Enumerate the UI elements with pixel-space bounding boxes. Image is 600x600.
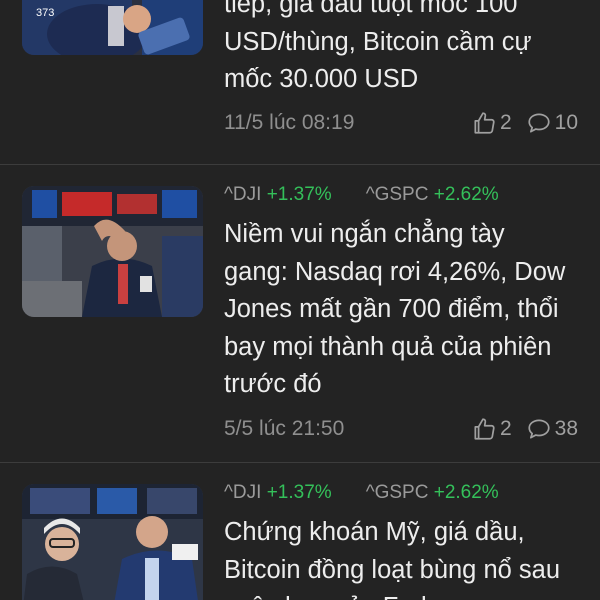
ticker-change: +1.37% [266, 184, 332, 205]
article-meta: 5/5 lúc 21:50 2 38 [224, 412, 594, 446]
headline-line: Chứng khoán Mỹ, giá dầu, [224, 518, 525, 546]
headline-line: Jones mất gần 700 điểm, thổi [224, 295, 559, 323]
ticker-gspc[interactable]: ^GSPC +2.62% [366, 184, 499, 205]
svg-text:373: 373 [36, 7, 54, 19]
comment-button[interactable]: 38 [526, 412, 578, 446]
article-headline[interactable]: tiếp, giá dầu tuột mốc 100 USD/thùng, Bi… [224, 0, 594, 99]
comment-bubble-icon [528, 112, 550, 133]
article-thumbnail[interactable] [22, 484, 203, 600]
ticker-change: +2.62% [433, 482, 499, 503]
thumbs-up-icon [474, 417, 495, 440]
ticker-row: ^DJI +1.37% ^GSPC +2.62% [224, 479, 594, 507]
ticker-dji[interactable]: ^DJI +1.37% [224, 482, 332, 503]
headline-line: tiếp, giá dầu tuột mốc 100 [224, 0, 518, 18]
headline-line: Niềm vui ngắn chẳng tày [224, 220, 505, 248]
article-card[interactable]: 373 tiếp, giá dầu tuột mốc 100 USD/thùng… [0, 0, 600, 164]
article-timestamp: 11/5 lúc 08:19 [224, 110, 355, 134]
like-button[interactable]: 2 [471, 412, 512, 446]
headline-line: USD/thùng, Bitcoin cầm cự [224, 27, 532, 56]
like-button[interactable]: 2 [471, 106, 512, 140]
comment-count: 10 [554, 110, 578, 134]
article-meta: 11/5 lúc 08:19 2 10 [224, 106, 594, 140]
article-timestamp: 5/5 lúc 21:50 [224, 416, 345, 440]
headline-line: trước đó [224, 370, 322, 398]
article-card[interactable]: ^DJI +1.37% ^GSPC +2.62% Niềm vui ngắn ch… [0, 165, 600, 462]
headline-line: mốc 30.000 USD [224, 65, 419, 93]
ticker-symbol: ^DJI [224, 482, 262, 503]
ticker-row: ^DJI +1.37% ^GSPC +2.62% [224, 181, 594, 209]
article-headline[interactable]: Niềm vui ngắn chẳng tày gang: Nasdaq rơi… [224, 216, 594, 404]
ticker-symbol: ^GSPC [365, 184, 429, 205]
comment-count: 38 [554, 416, 578, 440]
article-thumbnail[interactable] [22, 186, 203, 317]
article-thumbnail[interactable]: 373 [22, 0, 203, 55]
headline-line: cuộc họp của Fed [224, 589, 594, 600]
headline-line: gang: Nasdaq rơi 4,26%, Dow [224, 257, 566, 286]
like-count: 2 [499, 416, 512, 440]
thumbs-up-icon [474, 111, 495, 134]
ticker-symbol: ^DJI [224, 184, 262, 205]
ticker-symbol: ^GSPC [365, 482, 429, 503]
article-card[interactable]: ^DJI +1.37% ^GSPC +2.62% Chứng khoán Mỹ, … [0, 463, 600, 600]
comment-button[interactable]: 10 [526, 106, 578, 140]
ticker-change: +2.62% [433, 184, 499, 205]
ticker-gspc[interactable]: ^GSPC +2.62% [366, 482, 499, 503]
headline-line: bay mọi thành quả của phiên [224, 332, 552, 361]
headline-line: Bitcoin đồng loạt bùng nổ sau [224, 555, 561, 584]
like-count: 2 [499, 110, 512, 134]
ticker-change: +1.37% [266, 482, 332, 503]
ticker-dji[interactable]: ^DJI +1.37% [224, 184, 332, 205]
comment-bubble-icon [528, 418, 550, 439]
article-headline[interactable]: Chứng khoán Mỹ, giá dầu, Bitcoin đồng lo… [224, 514, 594, 600]
